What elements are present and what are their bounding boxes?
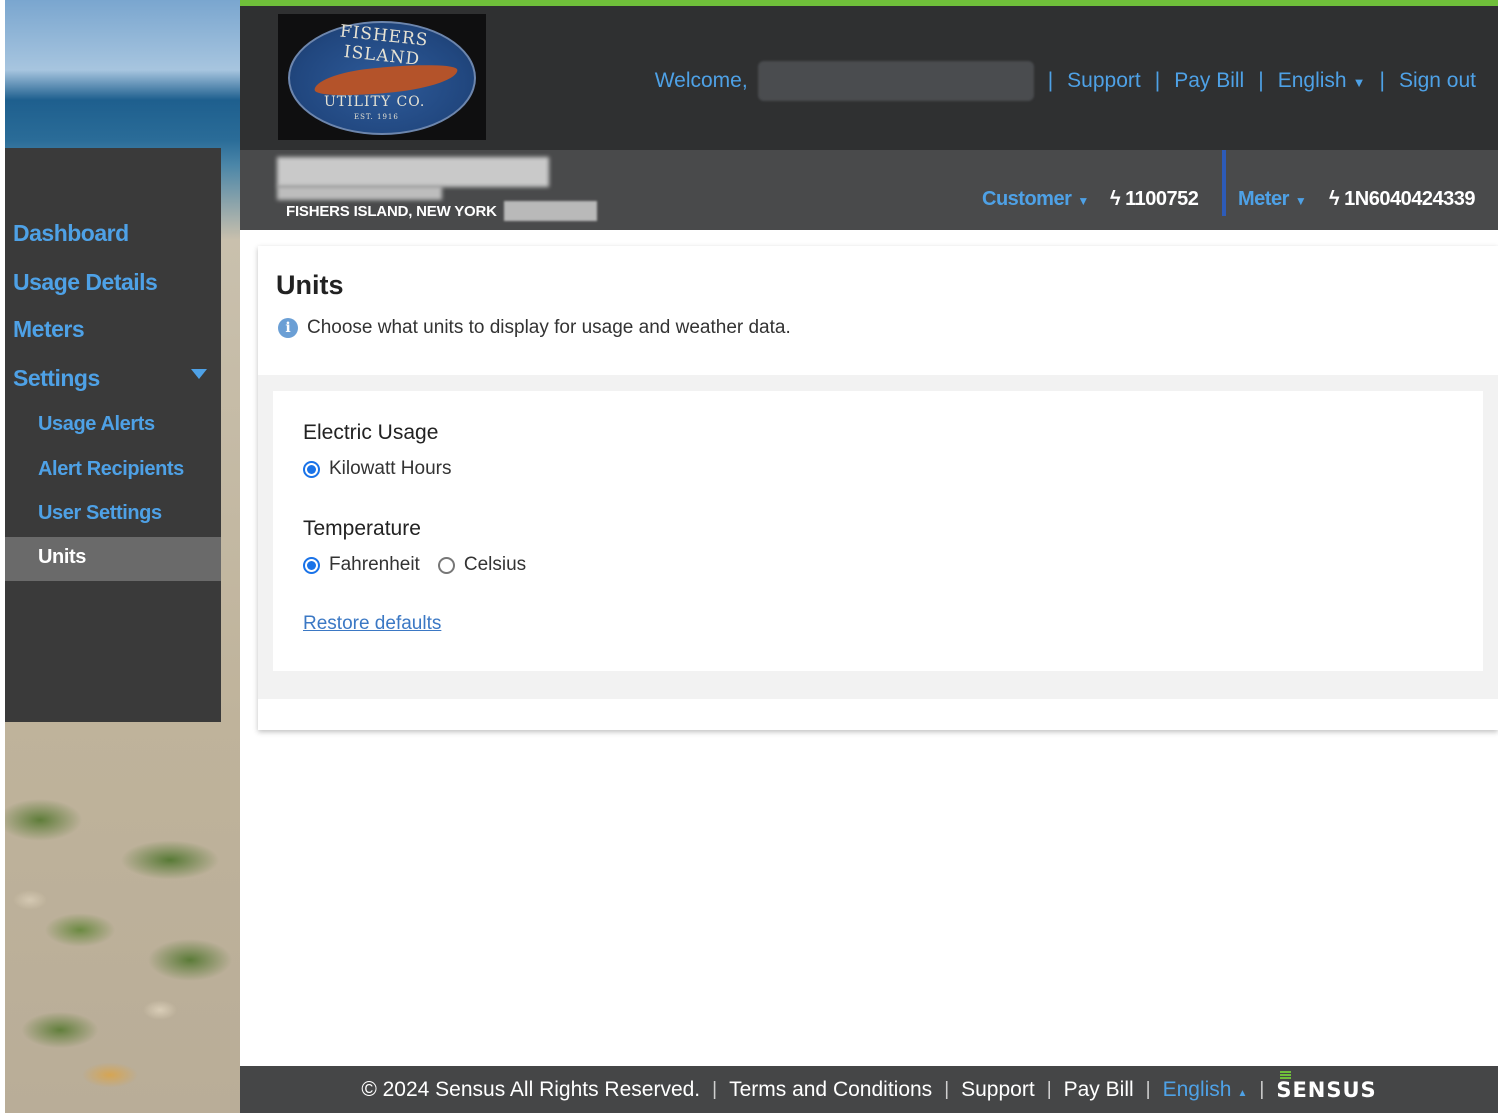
- celsius-label[interactable]: Celsius: [464, 554, 526, 576]
- welcome-text: Welcome,: [654, 69, 748, 92]
- sidebar: Dashboard Usage Details Meters Settings …: [5, 148, 221, 722]
- kilowatt-hours-label[interactable]: Kilowatt Hours: [329, 458, 452, 480]
- fahrenheit-radio[interactable]: [303, 556, 320, 574]
- meter-number-value: 1N6040424339: [1344, 188, 1475, 210]
- celsius-radio[interactable]: [437, 556, 455, 574]
- footer-pay-bill-link[interactable]: Pay Bill: [1064, 1078, 1134, 1102]
- meter-number: ϟ 1N6040424339: [1329, 188, 1475, 211]
- header-links: Welcome, | Support | Pay Bill | English ▼…: [654, 61, 1476, 101]
- separator: |: [1259, 1078, 1265, 1100]
- customer-dropdown[interactable]: Customer ▼: [982, 188, 1089, 211]
- footer: © 2024 Sensus All Rights Reserved. | Ter…: [240, 1066, 1498, 1113]
- company-logo[interactable]: FISHERS ISLAND UTILITY CO. EST. 1916: [278, 14, 486, 140]
- copyright-text: © 2024 Sensus All Rights Reserved.: [361, 1077, 701, 1101]
- fahrenheit-label[interactable]: Fahrenheit: [329, 554, 420, 576]
- meter-dropdown[interactable]: Meter ▼: [1238, 188, 1307, 211]
- sidebar-item-settings[interactable]: Settings: [13, 365, 100, 392]
- separator: |: [1145, 1078, 1151, 1100]
- lightning-icon: ϟ: [1329, 188, 1345, 210]
- restore-defaults-link[interactable]: Restore defaults: [303, 613, 441, 635]
- chevron-down-icon[interactable]: [191, 369, 207, 379]
- units-card: Units i Choose what units to display for…: [258, 246, 1498, 730]
- separator: |: [712, 1078, 718, 1100]
- account-address-redacted: [277, 186, 442, 200]
- sidebar-item-usage-details[interactable]: Usage Details: [13, 269, 158, 296]
- sign-out-link[interactable]: Sign out: [1399, 69, 1476, 93]
- sensus-bars-icon: [1280, 1070, 1292, 1079]
- account-zip-redacted: [504, 201, 597, 221]
- language-dropdown[interactable]: English ▼: [1278, 69, 1366, 93]
- info-icon: i: [278, 318, 298, 338]
- info-message: i Choose what units to display for usage…: [278, 317, 791, 339]
- customer-number-value: 1100752: [1125, 188, 1199, 210]
- caret-down-icon[interactable]: ▼: [1077, 194, 1089, 208]
- account-name-redacted: [277, 157, 549, 187]
- temperature-heading: Temperature: [303, 517, 421, 540]
- settings-panel-bg: Electric Usage Kilowatt Hours Temperatur…: [258, 375, 1498, 699]
- info-text: Choose what units to display for usage a…: [307, 317, 791, 338]
- kilowatt-hours-radio[interactable]: [303, 460, 320, 478]
- user-name-redacted: [757, 61, 1034, 101]
- sidebar-item-user-settings[interactable]: User Settings: [38, 502, 162, 525]
- caret-down-icon[interactable]: ▼: [1295, 194, 1307, 208]
- account-bar: FISHERS ISLAND, NEW YORK Customer ▼ ϟ 110…: [240, 150, 1498, 230]
- separator: |: [1258, 69, 1264, 92]
- footer-language-label[interactable]: English: [1163, 1078, 1232, 1101]
- settings-panel: Electric Usage Kilowatt Hours Temperatur…: [273, 391, 1483, 671]
- customer-label[interactable]: Customer: [982, 188, 1072, 210]
- sensus-logo-text: SENSUS: [1276, 1077, 1377, 1102]
- sidebar-item-alert-recipients[interactable]: Alert Recipients: [38, 458, 184, 481]
- terms-link[interactable]: Terms and Conditions: [729, 1078, 932, 1102]
- pay-bill-link[interactable]: Pay Bill: [1174, 69, 1244, 93]
- electric-usage-options: Kilowatt Hours: [303, 458, 470, 480]
- separator: |: [1154, 69, 1161, 92]
- logo-bottom-text: UTILITY CO.: [324, 94, 426, 110]
- account-city: FISHERS ISLAND, NEW YORK: [286, 203, 497, 220]
- sidebar-item-dashboard[interactable]: Dashboard: [13, 220, 129, 247]
- top-header: FISHERS ISLAND UTILITY CO. EST. 1916 Wel…: [240, 0, 1498, 150]
- customer-number: ϟ 1100752: [1110, 188, 1199, 211]
- meter-label[interactable]: Meter: [1238, 188, 1289, 210]
- sidebar-item-usage-alerts[interactable]: Usage Alerts: [38, 413, 155, 436]
- separator: |: [944, 1078, 950, 1100]
- sidebar-item-meters[interactable]: Meters: [13, 316, 85, 343]
- separator: |: [1379, 69, 1385, 92]
- account-divider: [1222, 150, 1226, 216]
- temperature-options: Fahrenheit Celsius: [303, 554, 544, 576]
- language-label[interactable]: English: [1278, 69, 1347, 92]
- logo-est-text: EST. 1916: [354, 113, 399, 121]
- page-title: Units: [276, 270, 344, 300]
- caret-down-icon[interactable]: ▼: [1353, 75, 1366, 90]
- separator: |: [1046, 1078, 1052, 1100]
- electric-usage-heading: Electric Usage: [303, 421, 439, 444]
- sensus-logo[interactable]: SENSUS: [1276, 1070, 1377, 1102]
- support-link[interactable]: Support: [1067, 69, 1141, 93]
- footer-support-link[interactable]: Support: [961, 1078, 1035, 1102]
- separator: |: [1047, 69, 1054, 92]
- caret-up-icon[interactable]: ▲: [1237, 1088, 1247, 1099]
- footer-language-dropdown[interactable]: English ▲: [1163, 1078, 1248, 1102]
- sidebar-item-units-label[interactable]: Units: [38, 546, 86, 569]
- lightning-icon: ϟ: [1110, 188, 1126, 210]
